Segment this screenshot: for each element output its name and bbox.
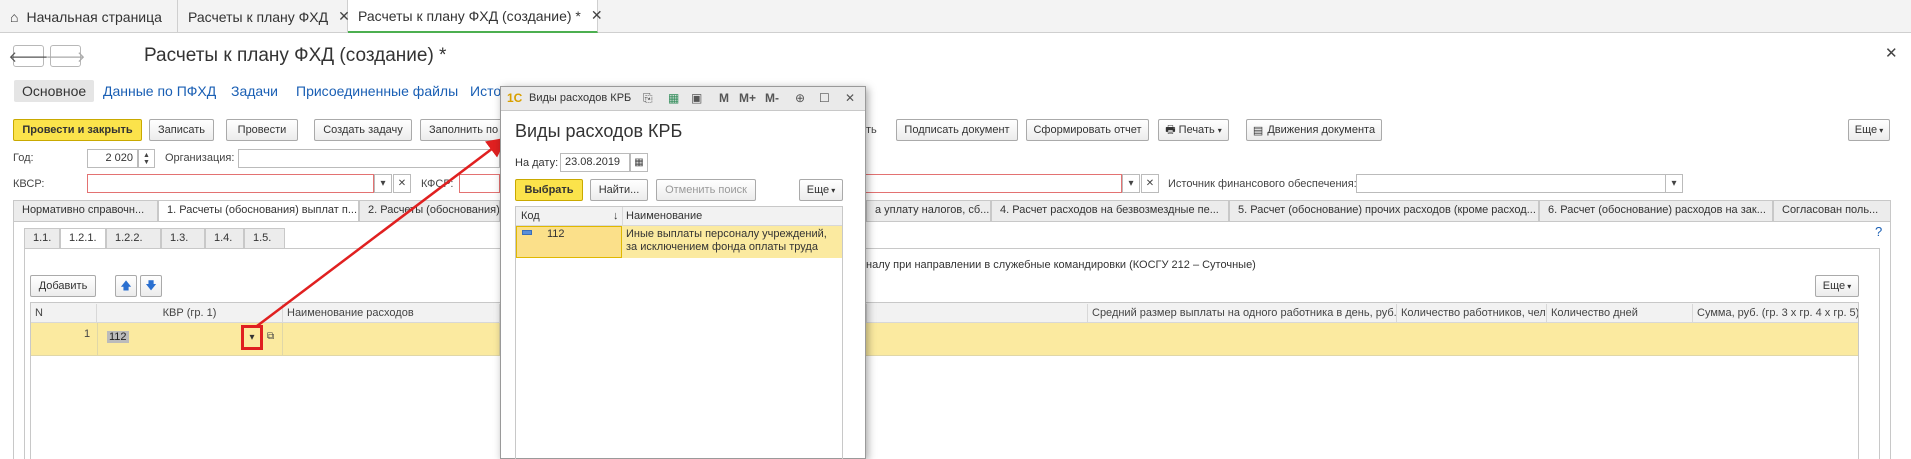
sort-arrow-icon: ↓ (613, 210, 619, 222)
kvr-select-dialog: 1С Виды расходов КРБ ⎘ ▦ ▣ M M+ M- ⊕ ☐ ✕… (500, 86, 866, 459)
maximize-icon[interactable]: ☐ (819, 91, 830, 105)
close-icon[interactable]: ✕ (845, 91, 855, 105)
app-logo-icon: 1С (507, 91, 523, 105)
dialog-heading: Виды расходов КРБ (515, 121, 683, 141)
memory-m-icon[interactable]: M (719, 91, 729, 105)
zoom-icon[interactable]: ⊕ (795, 91, 805, 105)
list-item-name-1: Иные выплаты персоналу учреждений, (626, 228, 827, 240)
calendar-icon: ▦ (634, 157, 644, 168)
column-header-name: Наименование (626, 210, 703, 222)
column-header-code: Код (521, 210, 540, 222)
calendar-icon[interactable]: ▣ (691, 91, 702, 105)
dialog-more-label: Еще (806, 184, 830, 196)
select-button[interactable]: Выбрать (515, 179, 583, 201)
item-icon (522, 230, 532, 235)
dialog-more-button[interactable]: Еще ▾ (799, 179, 843, 201)
memory-minus-icon[interactable]: M- (765, 91, 779, 105)
list-item-name-2: за исключением фонда оплаты труда (626, 241, 818, 253)
chevron-down-icon: ▾ (831, 185, 836, 195)
date-label: На дату: (515, 157, 559, 169)
list-item-code: 112 (547, 228, 565, 240)
find-button[interactable]: Найти... (590, 179, 648, 201)
date-field[interactable]: 23.08.2019 (560, 153, 630, 172)
column-divider (622, 207, 623, 226)
annotation-arrow-line (256, 137, 507, 327)
dialog-window-title: Виды расходов КРБ (529, 92, 632, 104)
dialog-title-bar: 1С Виды расходов КРБ ⎘ ▦ ▣ M M+ M- ⊕ ☐ ✕ (501, 87, 865, 111)
spreadsheet-icon[interactable]: ▦ (668, 91, 679, 105)
annotation-arrow (256, 137, 507, 327)
link-icon[interactable]: ⎘ (643, 91, 653, 106)
cancel-search-button[interactable]: Отменить поиск (656, 179, 756, 201)
calendar-button[interactable]: ▦ (630, 153, 648, 172)
memory-plus-icon[interactable]: M+ (739, 91, 756, 105)
